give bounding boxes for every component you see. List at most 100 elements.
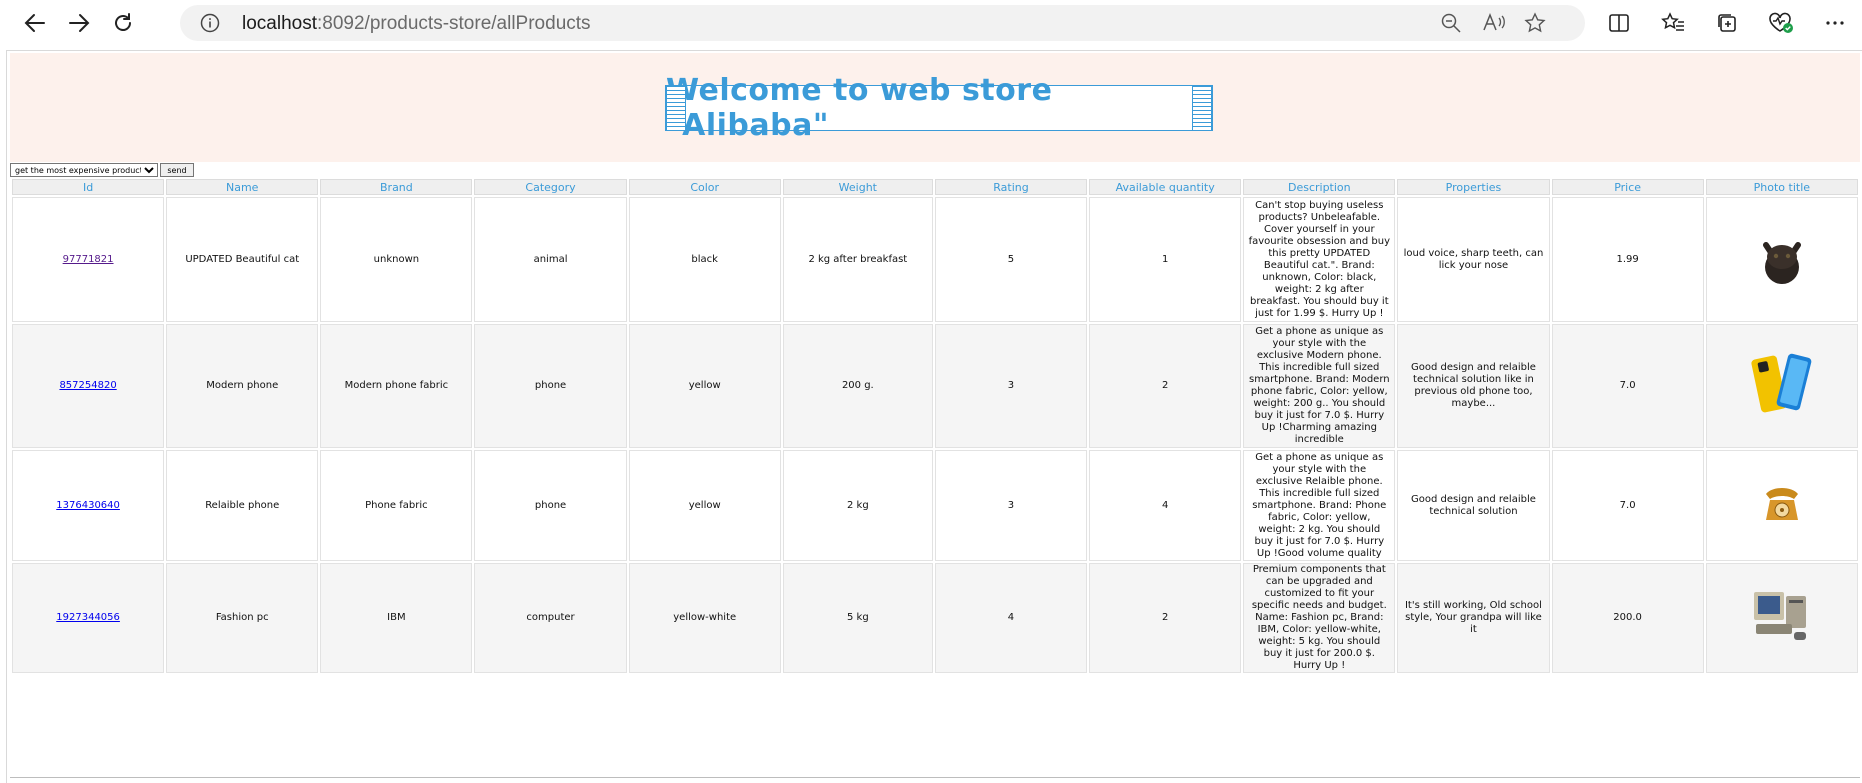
rotary-phone-photo	[1765, 487, 1798, 520]
split-screen-icon[interactable]	[1602, 6, 1636, 40]
forward-arrow-icon	[69, 14, 90, 32]
cell-properties: It's still working, Old school style, Yo…	[1397, 563, 1550, 673]
cell-price: 1.99	[1551, 197, 1704, 322]
cell-quantity: 1	[1089, 197, 1242, 322]
url-text: localhost:8092/products-store/allProduct…	[242, 13, 591, 35]
site-info-icon[interactable]	[200, 13, 220, 37]
cell-id: 857254820	[12, 324, 165, 448]
cell-photo	[1705, 450, 1858, 561]
cell-weight: 200 g.	[782, 324, 933, 448]
page-viewport: Welcome to web store "Alibaba" get the m…	[6, 50, 1862, 783]
zoom-out-icon[interactable]	[1440, 12, 1462, 38]
column-header-quantity: Available quantity	[1089, 179, 1242, 195]
column-header-price: Price	[1551, 179, 1704, 195]
back-button[interactable]	[18, 6, 52, 40]
cell-rating: 3	[934, 450, 1088, 561]
cell-rating: 3	[934, 324, 1088, 448]
cell-photo	[1705, 563, 1858, 673]
url-path: :8092/products-store/allProducts	[317, 13, 591, 34]
column-header-properties: Properties	[1397, 179, 1550, 195]
cell-name: Relaible phone	[166, 450, 319, 561]
cell-properties: Good design and relaible technical solut…	[1397, 450, 1550, 561]
cell-description: Can't stop buying useless products? Unbe…	[1243, 197, 1396, 322]
cell-category: phone	[474, 450, 627, 561]
cell-quantity: 4	[1089, 450, 1242, 561]
table-row: 1927344056 Fashion pc IBM computer yello…	[12, 563, 1858, 673]
cell-price: 200.0	[1551, 563, 1704, 673]
cell-price: 7.0	[1551, 324, 1704, 448]
product-id-link[interactable]: 1376430640	[56, 500, 120, 511]
cell-color: black	[628, 197, 781, 322]
cell-properties: loud voice, sharp teeth, can lick your n…	[1397, 197, 1550, 322]
column-header-category: Category	[474, 179, 627, 195]
cell-name: Fashion pc	[166, 563, 319, 673]
column-header-color: Color	[628, 179, 781, 195]
product-id-link[interactable]: 857254820	[59, 380, 116, 391]
table-row: 1376430640 Relaible phone Phone fabric p…	[12, 450, 1858, 561]
back-arrow-icon	[24, 14, 45, 32]
cell-category: computer	[474, 563, 627, 673]
products-table: Id Name Brand Category Color Weight Rati…	[10, 177, 1860, 675]
read-aloud-icon[interactable]	[1482, 12, 1506, 38]
forward-button[interactable]	[62, 6, 96, 40]
collections-icon[interactable]	[1710, 6, 1744, 40]
cell-description: Get a phone as unique as your style with…	[1243, 324, 1396, 448]
cell-name: Modern phone	[166, 324, 319, 448]
cat-photo	[1762, 241, 1801, 284]
column-header-photo: Photo title	[1705, 179, 1858, 195]
cell-color: yellow-white	[628, 563, 781, 673]
cell-category: animal	[474, 197, 627, 322]
cell-id: 97771821	[12, 197, 165, 322]
title-decoration-right	[1192, 86, 1212, 130]
cell-weight: 2 kg	[782, 450, 933, 561]
cell-brand: Phone fabric	[320, 450, 473, 561]
cell-description: Premium components that can be upgraded …	[1243, 563, 1396, 673]
address-bar[interactable]: localhost:8092/products-store/allProduct…	[180, 5, 1585, 41]
table-row: 97771821 UPDATED Beautiful cat unknown a…	[12, 197, 1858, 322]
page-bottom-divider	[10, 777, 1860, 778]
column-header-rating: Rating	[934, 179, 1088, 195]
column-header-description: Description	[1243, 179, 1396, 195]
cell-color: yellow	[628, 450, 781, 561]
cell-rating: 5	[934, 197, 1088, 322]
url-host: localhost	[242, 13, 317, 34]
cell-color: yellow	[628, 324, 781, 448]
cell-rating: 4	[934, 563, 1088, 673]
cell-brand: Modern phone fabric	[320, 324, 473, 448]
old-pc-photo	[1753, 592, 1806, 640]
title-decoration-left	[666, 86, 686, 130]
cell-weight: 2 kg after breakfast	[782, 197, 933, 322]
send-button[interactable]: send	[160, 163, 194, 177]
column-header-brand: Brand	[320, 179, 473, 195]
cell-id: 1376430640	[12, 450, 165, 561]
favorites-icon[interactable]	[1656, 6, 1690, 40]
browser-toolbar: localhost:8092/products-store/allProduct…	[0, 0, 1862, 46]
filter-select[interactable]: get the most expensive product	[10, 163, 158, 177]
cell-photo	[1705, 197, 1858, 322]
column-header-name: Name	[166, 179, 319, 195]
cell-photo	[1705, 324, 1858, 448]
cell-weight: 5 kg	[782, 563, 933, 673]
cell-quantity: 2	[1089, 563, 1242, 673]
cell-name: UPDATED Beautiful cat	[166, 197, 319, 322]
column-header-id: Id	[12, 179, 165, 195]
more-menu-icon[interactable]	[1818, 6, 1852, 40]
cell-description: Get a phone as unique as your style with…	[1243, 450, 1396, 561]
table-header-row: Id Name Brand Category Color Weight Rati…	[12, 179, 1858, 195]
cell-id: 1927344056	[12, 563, 165, 673]
refresh-button[interactable]	[106, 6, 140, 40]
browser-essentials-icon[interactable]	[1764, 6, 1798, 40]
product-id-link[interactable]: 97771821	[63, 254, 114, 265]
cell-properties: Good design and relaible technical solut…	[1397, 324, 1550, 448]
table-row: 857254820 Modern phone Modern phone fabr…	[12, 324, 1858, 448]
column-header-weight: Weight	[782, 179, 933, 195]
store-title-box: Welcome to web store "Alibaba"	[665, 73, 1213, 143]
cell-price: 7.0	[1551, 450, 1704, 561]
cell-quantity: 2	[1089, 324, 1242, 448]
favorite-star-icon[interactable]	[1524, 12, 1546, 38]
smartphone-photo	[1751, 353, 1812, 413]
cell-category: phone	[474, 324, 627, 448]
header-banner: Welcome to web store "Alibaba"	[10, 53, 1860, 162]
refresh-icon	[115, 13, 131, 31]
product-id-link[interactable]: 1927344056	[56, 612, 120, 623]
